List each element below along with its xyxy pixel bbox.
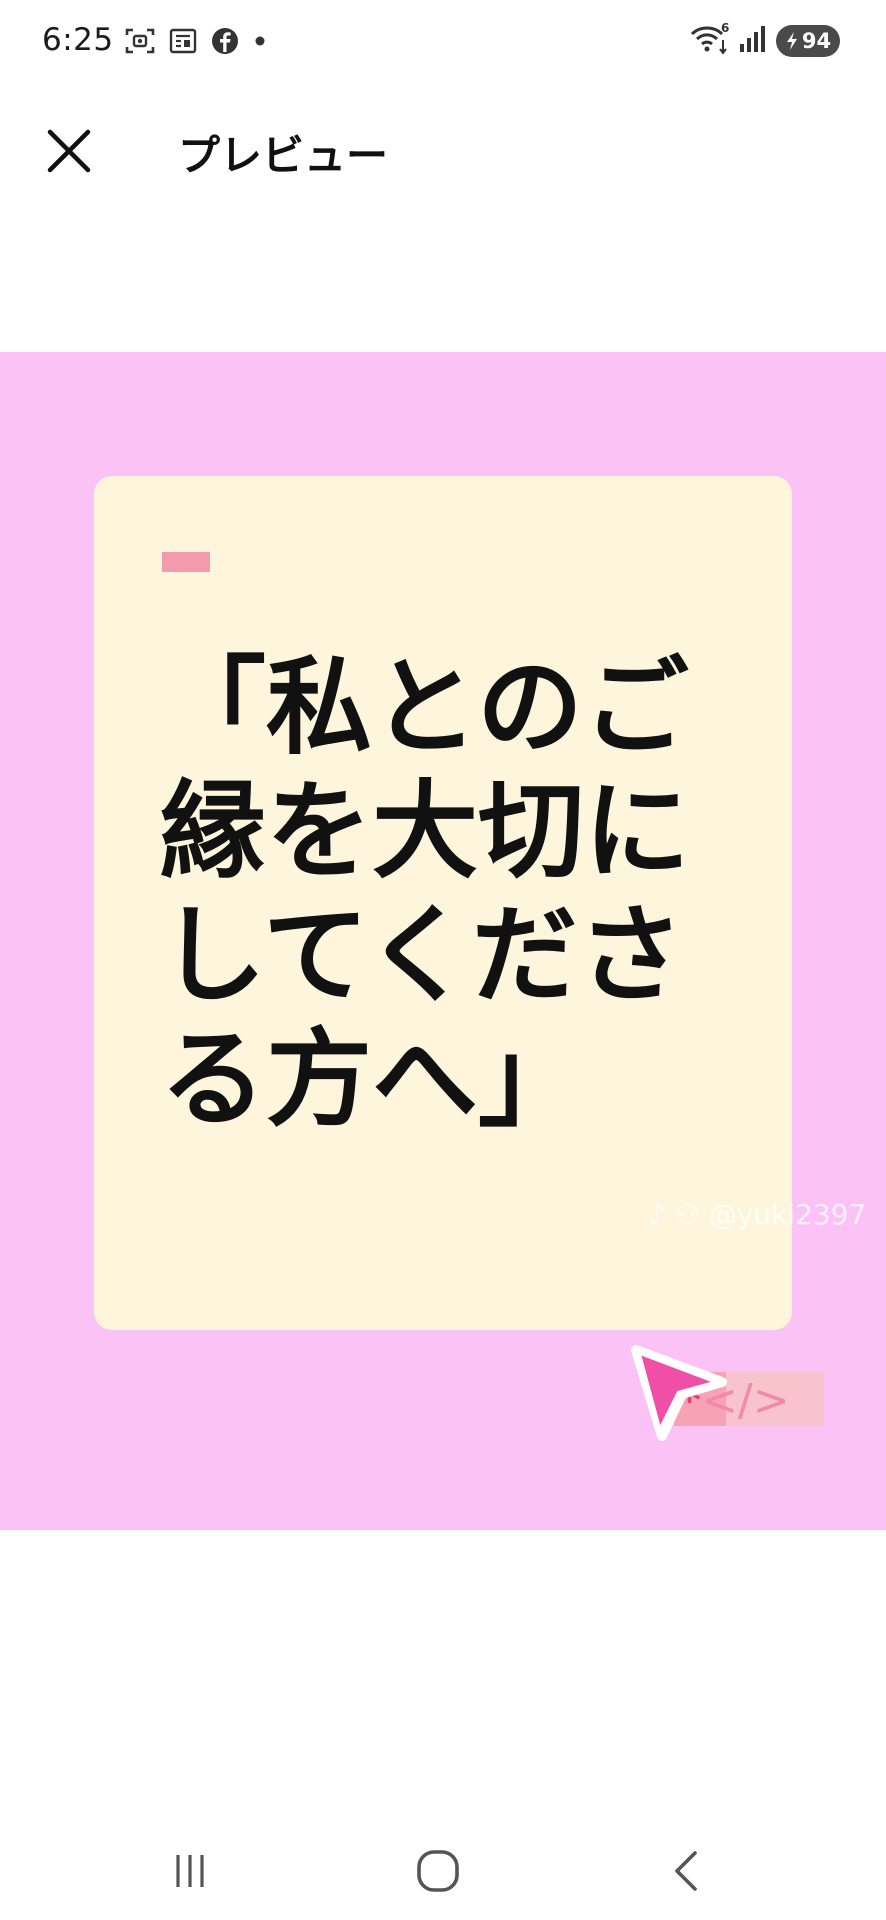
- notification-dot-icon: [252, 26, 268, 56]
- accent-dash: [162, 552, 210, 572]
- page-title: プレビュー: [178, 131, 389, 180]
- navigation-bar: [0, 1816, 886, 1920]
- back-button[interactable]: [647, 1836, 727, 1906]
- home-button[interactable]: [398, 1836, 478, 1906]
- wifi-badge: 6: [721, 22, 729, 35]
- battery-level: 94: [801, 29, 832, 53]
- back-icon: [675, 1851, 697, 1891]
- status-bar: 6:25 6 94: [0, 0, 886, 84]
- battery-indicator: 94: [776, 25, 840, 57]
- wifi-icon: 6: [690, 21, 730, 60]
- screenshot-icon: [124, 26, 156, 56]
- quote-text: 「私とのご縁を大切にしてくださる方へ」: [160, 646, 690, 1141]
- status-system-icons: 6 94: [690, 21, 840, 60]
- facebook-icon: [210, 26, 240, 56]
- app-bar: プレビュー: [0, 96, 886, 206]
- close-icon: [47, 129, 91, 173]
- tiktok-watermark: ♪ ⚇ @yuki2397: [648, 1198, 867, 1231]
- news-icon: [168, 26, 198, 56]
- recent-apps-button[interactable]: [150, 1836, 230, 1906]
- close-button[interactable]: [34, 116, 104, 186]
- preview-image[interactable]: 「私とのご縁を大切にしてくださる方へ」 *</> ♪ ⚇ @yuki2397: [0, 352, 886, 1530]
- status-time: 6:25: [42, 22, 114, 58]
- charging-bolt-icon: [786, 32, 797, 50]
- status-notification-icons: [124, 26, 268, 56]
- signal-icon: [738, 22, 768, 60]
- home-icon: [417, 1850, 459, 1892]
- recent-apps-icon: [176, 1855, 204, 1887]
- cursor-arrow-icon: [630, 1344, 730, 1448]
